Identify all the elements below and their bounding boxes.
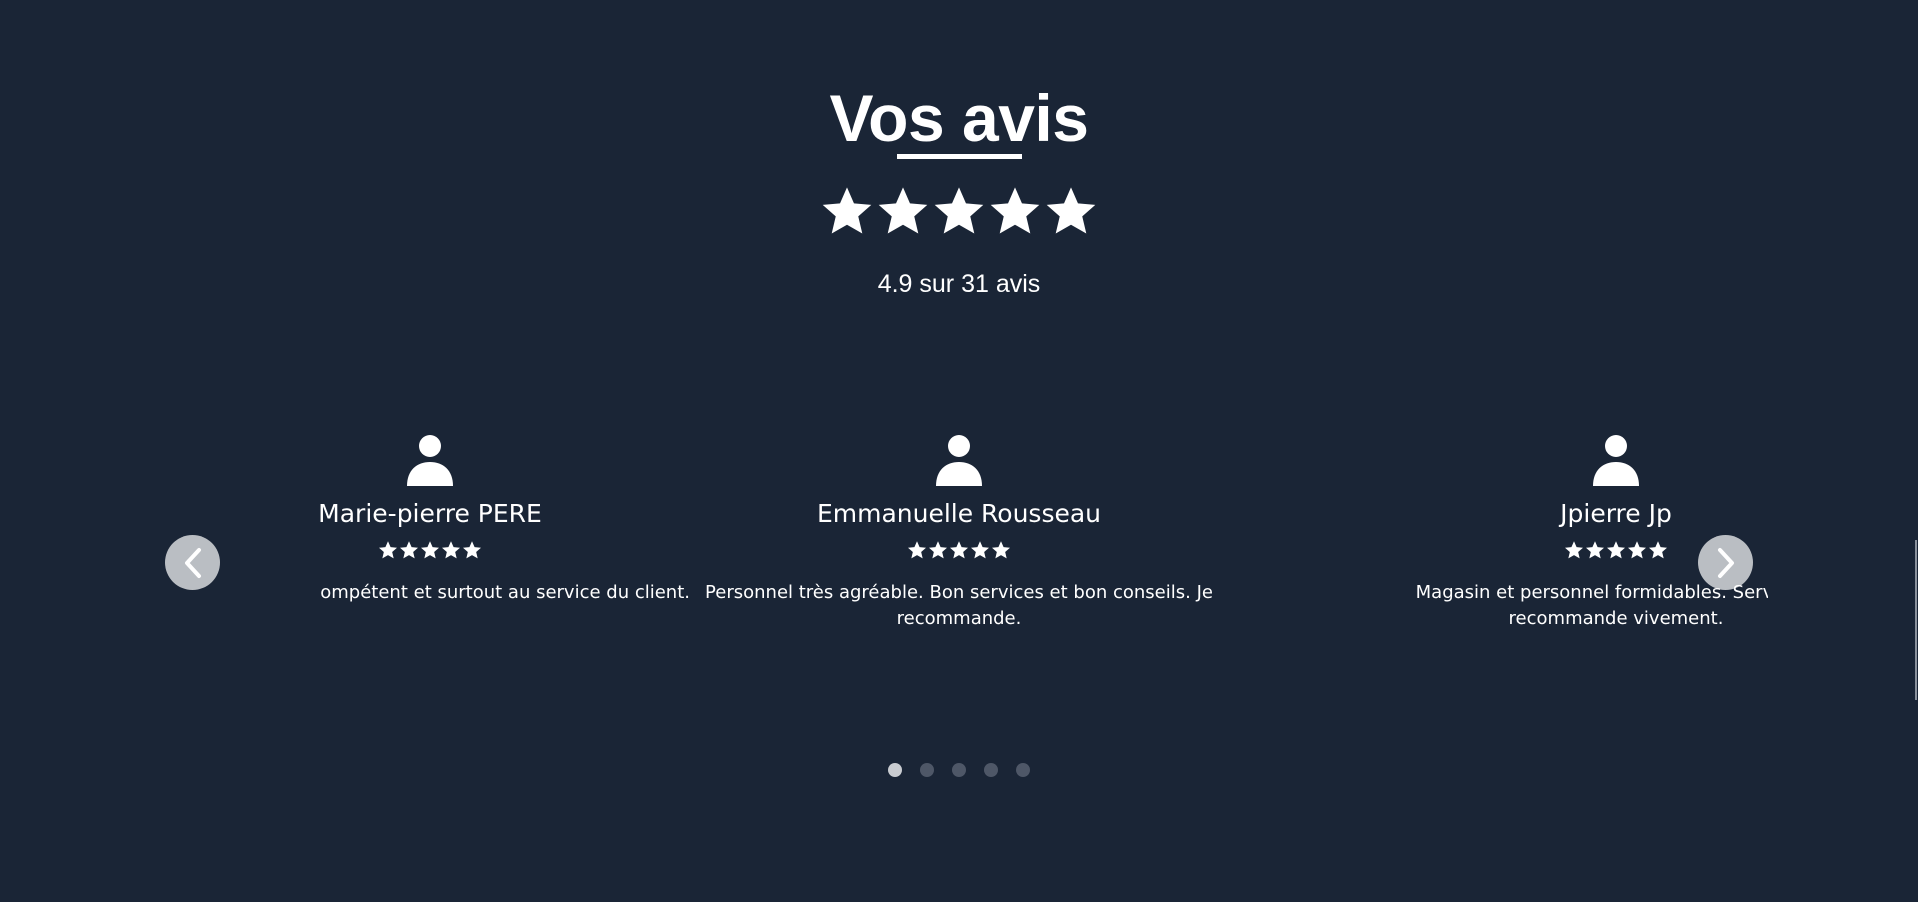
avatar [405,434,455,486]
star-icon [442,541,460,559]
carousel-pagination [0,763,1918,777]
carousel-next-button[interactable] [1698,535,1753,590]
star-icon [1607,541,1625,559]
star-icon [878,187,928,234]
pagination-dot-5[interactable] [1016,763,1030,777]
star-icon [929,541,947,559]
avatar [934,434,984,486]
title-underline [897,154,1022,159]
review-text: Magasin et personnel formidables. Servic… [1415,582,1768,629]
review-text: Personnel très agréable. Bon services et… [705,582,1213,629]
star-icon [379,541,397,559]
review-card: Emmanuelle Rousseau Personnel très agréa… [679,420,1239,632]
star-icon [1586,541,1604,559]
star-icon [421,541,439,559]
chevron-left-icon [184,547,201,578]
review-text: ompétent et surtout au service du client… [320,582,690,603]
review-stars [150,540,710,560]
pagination-dot-2[interactable] [920,763,934,777]
overall-rating-stars [0,184,1918,238]
carousel-prev-button[interactable] [165,535,220,590]
section-title: Vos avis [829,81,1089,155]
star-icon [1628,541,1646,559]
rating-summary: 4.9 sur 31 avis [877,270,1041,298]
reviewer-name: Jpierre Jp [1560,499,1672,528]
reviewer-name: Marie-pierre PERE [318,499,542,528]
user-icon [407,435,453,486]
star-icon [1046,187,1096,234]
star-icon [934,187,984,234]
pagination-dot-1[interactable] [888,763,902,777]
review-card: Jpierre Jp Magasin et personnel formidab… [1336,420,1768,632]
star-icon [1565,541,1583,559]
review-card: Marie-pierre PERE ompétent et surtout au… [150,420,710,606]
review-stars [679,540,1239,560]
avatar [1591,434,1641,486]
star-icon [908,541,926,559]
page-scrollbar[interactable] [1915,540,1917,700]
star-icon [463,541,481,559]
star-icon [992,541,1010,559]
star-icon [950,541,968,559]
reviewer-name: Emmanuelle Rousseau [816,499,1102,528]
chevron-right-icon [1717,547,1734,578]
user-icon [936,435,982,486]
star-icon [1649,541,1667,559]
star-icon [971,541,989,559]
user-icon [1593,435,1639,486]
pagination-dot-4[interactable] [984,763,998,777]
pagination-dot-3[interactable] [952,763,966,777]
star-icon [990,187,1040,234]
star-icon [822,187,872,234]
reviews-carousel[interactable]: Marie-pierre PERE ompétent et surtout au… [150,420,1768,680]
star-icon [400,541,418,559]
